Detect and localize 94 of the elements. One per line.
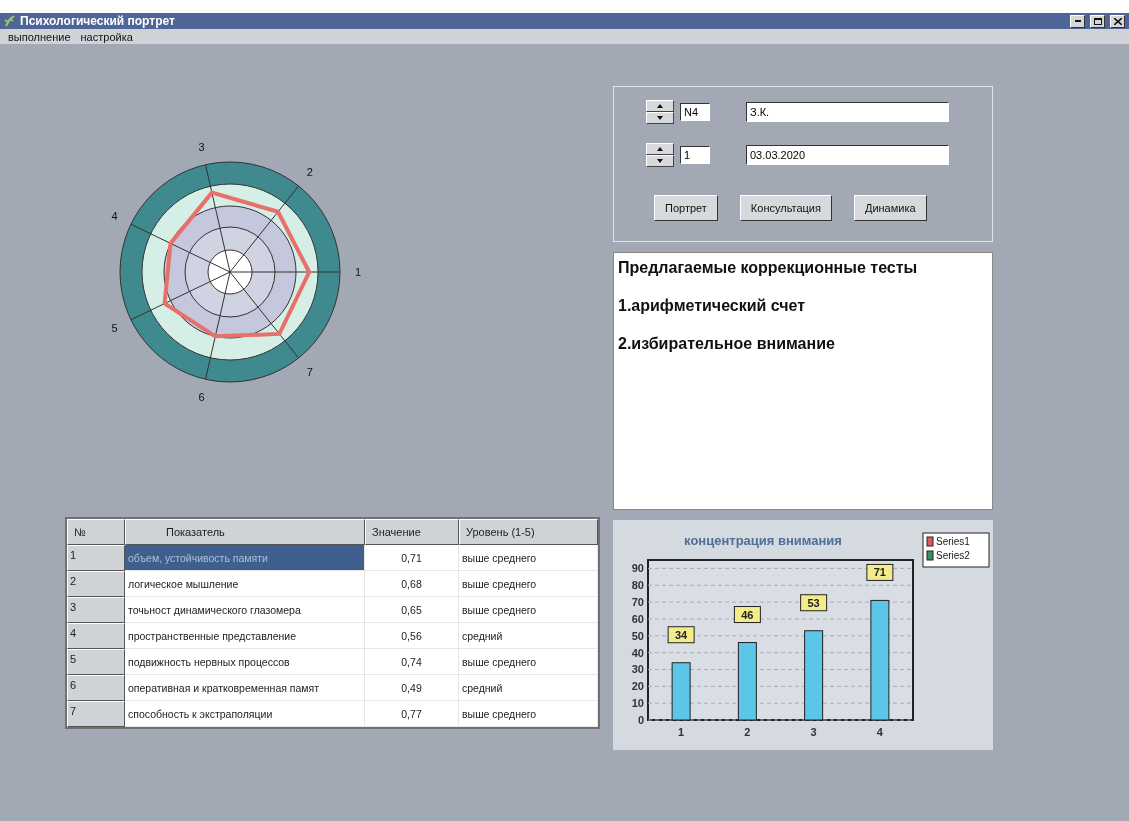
column-header[interactable]: Уровень (1-5)	[459, 519, 598, 545]
maximize-icon	[1093, 17, 1102, 25]
x-tick-label: 1	[678, 726, 685, 738]
y-tick-label: 30	[631, 663, 644, 676]
chart-title: концентрация внимания	[684, 533, 842, 548]
row-number: 3	[67, 597, 125, 623]
data-label: 34	[667, 626, 695, 644]
bar	[671, 662, 691, 721]
table-cell: средний	[459, 675, 598, 701]
table-cell: выше среднего	[459, 545, 598, 571]
y-tick-label: 60	[631, 612, 644, 625]
table-cell[interactable]: объем, устойчивость памяти	[125, 545, 365, 571]
action-button[interactable]: Консультация	[739, 195, 832, 221]
recommendation-line: 2.избирательное внимание	[618, 335, 836, 353]
legend-label: Series1	[936, 536, 970, 547]
table-cell: 0,74	[365, 649, 459, 675]
y-tick-label: 10	[631, 697, 644, 710]
row-number: 5	[67, 649, 125, 675]
menu-item[interactable]: выполнение	[8, 30, 71, 43]
app-icon	[4, 15, 16, 27]
table-cell: выше среднего	[459, 701, 598, 727]
y-tick-label: 90	[631, 562, 644, 575]
minimize-icon	[1074, 20, 1081, 22]
data-label: 46	[733, 606, 761, 624]
table-cell: 0,71	[365, 545, 459, 571]
axis-label: 7	[306, 366, 313, 379]
row-number: 6	[67, 675, 125, 701]
table-cell: 0,65	[365, 597, 459, 623]
recommendation-line: Предлагаемые коррекционные тесты	[618, 259, 919, 277]
close-icon	[1113, 17, 1122, 25]
row-number: 7	[67, 701, 125, 727]
action-button[interactable]: Портрет	[654, 195, 718, 221]
down-arrow-icon	[657, 159, 663, 163]
table-cell[interactable]: пространственные представление	[125, 623, 365, 649]
row-number: 2	[67, 571, 125, 597]
spin-up-button[interactable]	[646, 143, 674, 155]
menu-item[interactable]: настройка	[80, 30, 133, 43]
legend-box	[922, 532, 990, 568]
y-tick-label: 70	[631, 596, 644, 609]
x-tick-label: 2	[744, 726, 751, 738]
axis-label: 1	[354, 266, 362, 278]
recommendation-line: 1.арифметический счет	[618, 297, 807, 315]
axis-label: 2	[306, 165, 313, 178]
table-cell: 0,68	[365, 571, 459, 597]
column-header[interactable]: Показатель	[125, 519, 365, 545]
up-arrow-icon	[657, 104, 663, 108]
spin-down-button[interactable]	[646, 155, 674, 167]
number-field[interactable]: N4	[680, 103, 710, 121]
x-tick-label: 3	[810, 726, 817, 738]
data-label: 53	[807, 596, 820, 609]
input-field[interactable]: 03.03.2020	[746, 145, 949, 165]
table-cell[interactable]: логическое мышление	[125, 571, 365, 597]
y-tick-label: 0	[637, 714, 644, 726]
table-cell[interactable]: точьност динамического глазомера	[125, 597, 365, 623]
axis-label: 6	[198, 390, 205, 403]
axis-label: 4	[111, 210, 118, 223]
action-button[interactable]: Динамика	[853, 195, 927, 221]
table-cell: 0,56	[365, 623, 459, 649]
table-cell: 0,49	[365, 675, 459, 701]
x-tick-label: 4	[876, 726, 883, 738]
row-number: 1	[67, 545, 125, 571]
table-cell: выше среднего	[459, 649, 598, 675]
spin-up-button[interactable]	[646, 100, 674, 112]
y-tick-label: 80	[631, 579, 644, 592]
table-cell: 0,77	[365, 701, 459, 727]
data-label: 34	[675, 628, 689, 641]
data-label: 53	[800, 594, 828, 612]
input-field[interactable]: З.К.	[746, 102, 949, 122]
table-cell: выше среднего	[459, 597, 598, 623]
spin-down-button[interactable]	[646, 112, 674, 124]
y-tick-label: 20	[631, 680, 644, 693]
up-arrow-icon	[657, 147, 663, 151]
data-label: 46	[741, 608, 754, 621]
y-tick-label: 50	[631, 629, 644, 642]
legend-label: Series2	[936, 550, 970, 561]
minimize-button[interactable]	[1070, 14, 1085, 28]
number-field[interactable]: 1	[680, 146, 710, 164]
maximize-button[interactable]	[1090, 14, 1105, 28]
table-cell[interactable]: способность к экстраполяции	[125, 701, 365, 727]
column-header[interactable]: Значение	[365, 519, 459, 545]
data-label: 71	[873, 566, 886, 579]
table-cell: выше среднего	[459, 571, 598, 597]
table-cell[interactable]: оперативная и кратковременная памят	[125, 675, 365, 701]
column-header[interactable]: №	[67, 519, 125, 545]
table-cell[interactable]: подвижность нервных процессов	[125, 649, 365, 675]
axis-label: 3	[198, 141, 205, 154]
y-tick-label: 40	[631, 646, 644, 659]
table-cell: средний	[459, 623, 598, 649]
down-arrow-icon	[657, 116, 663, 120]
close-button[interactable]	[1110, 14, 1125, 28]
data-label: 71	[866, 563, 894, 581]
window-title: Психологический портрет	[20, 14, 176, 28]
axis-label: 5	[111, 321, 118, 334]
row-number: 4	[67, 623, 125, 649]
